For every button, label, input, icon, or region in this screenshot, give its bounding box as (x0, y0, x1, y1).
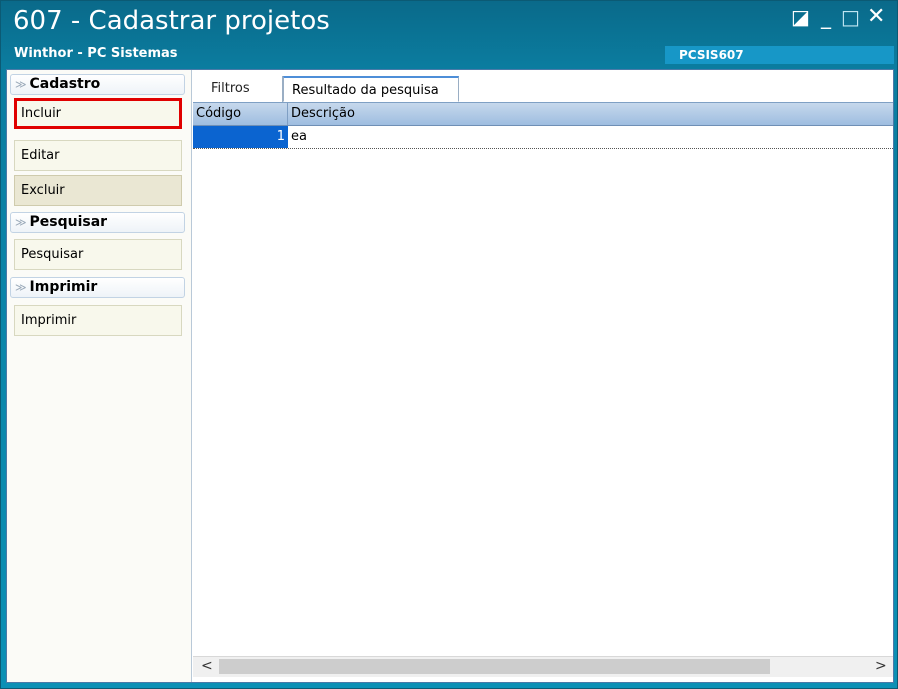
maximize-icon[interactable]: □ (841, 7, 860, 27)
minimize-icon[interactable]: _ (821, 7, 831, 27)
group-header-imprimir[interactable]: ≫ Imprimir (10, 277, 185, 298)
routine-code: PCSIS607 (665, 46, 894, 64)
group-label: Pesquisar (29, 214, 108, 230)
cell-codigo[interactable]: 1 (193, 126, 288, 148)
scroll-left-icon[interactable]: < (201, 658, 213, 674)
scroll-right-icon[interactable]: > (875, 658, 887, 674)
chevron-down-icon: ≫ (15, 78, 27, 91)
excluir-button[interactable]: Excluir (14, 175, 182, 206)
grid-header: Código Descrição (193, 103, 893, 126)
imprimir-button[interactable]: Imprimir (14, 305, 182, 336)
group-header-pesquisar[interactable]: ≫ Pesquisar (10, 212, 185, 233)
incluir-button[interactable]: Incluir (14, 98, 182, 129)
sidebar: ≫ Cadastro Incluir Editar Excluir ≫ Pesqui… (7, 70, 192, 682)
scrollbar-thumb[interactable] (219, 659, 770, 674)
cell-descricao[interactable]: ea (288, 126, 893, 148)
window-title: 607 - Cadastrar projetos (13, 6, 330, 36)
group-header-cadastro[interactable]: ≫ Cadastro (10, 74, 185, 95)
main-content: Filtros Resultado da pesquisa Código Des… (193, 70, 893, 682)
tab-resultado-da-pesquisa[interactable]: Resultado da pesquisa (283, 76, 459, 102)
editar-button[interactable]: Editar (14, 140, 182, 171)
tab-bar: Filtros Resultado da pesquisa (193, 70, 893, 103)
chevron-down-icon: ≫ (15, 216, 27, 229)
pesquisar-button[interactable]: Pesquisar (14, 239, 182, 270)
group-label: Cadastro (29, 76, 101, 92)
restore-icon[interactable]: ◪ (791, 7, 810, 27)
app-window: 607 - Cadastrar projetos Winthor - PC Si… (0, 0, 898, 689)
column-header-codigo[interactable]: Código (193, 103, 288, 125)
horizontal-scrollbar[interactable]: < > (193, 656, 893, 677)
tab-filtros[interactable]: Filtros (203, 76, 283, 102)
chevron-down-icon: ≫ (15, 281, 27, 294)
column-header-descricao[interactable]: Descrição (288, 103, 893, 125)
group-label: Imprimir (29, 279, 98, 295)
close-icon[interactable]: ✕ (867, 6, 885, 28)
table-row[interactable]: 1 ea (193, 126, 893, 149)
client-area: ≫ Cadastro Incluir Editar Excluir ≫ Pesqui… (6, 69, 894, 683)
window-subtitle: Winthor - PC Sistemas (14, 46, 178, 61)
